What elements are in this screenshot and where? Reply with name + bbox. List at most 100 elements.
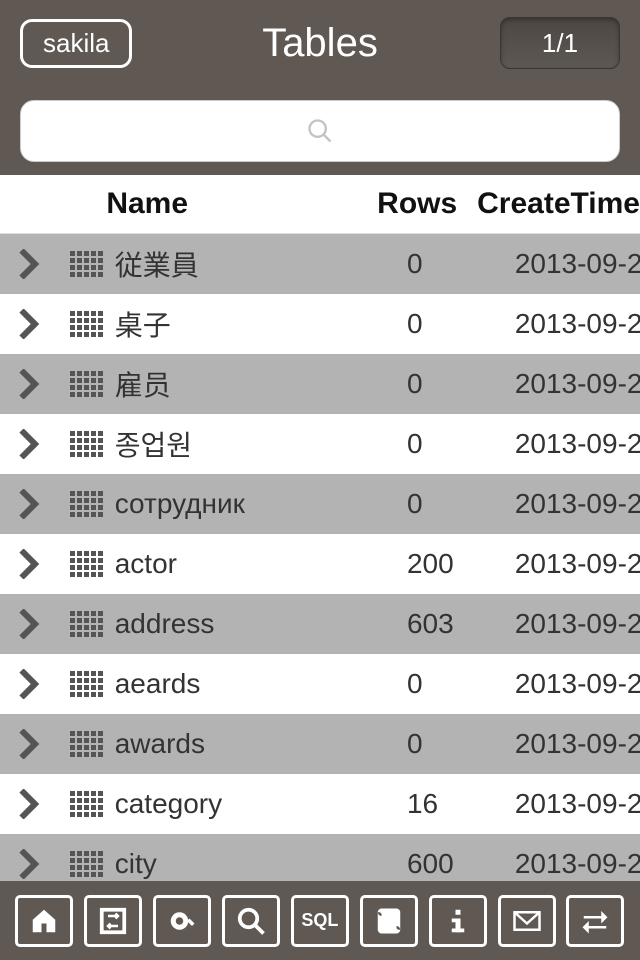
page-title: Tables xyxy=(262,21,378,66)
expand-chevron[interactable] xyxy=(0,369,59,399)
table-create-time: 2013-09-2 xyxy=(515,548,640,580)
chevron-right-icon xyxy=(18,609,40,639)
settings-button[interactable] xyxy=(153,895,211,947)
scroll-icon xyxy=(374,906,404,936)
table-name: 雇员 xyxy=(115,364,407,404)
table-grid-icon xyxy=(59,851,115,877)
header-bar: sakila Tables 1/1 xyxy=(0,0,640,86)
table-name: city xyxy=(115,848,407,880)
table-rows: 16 xyxy=(407,788,515,820)
home-button[interactable] xyxy=(15,895,73,947)
search-container xyxy=(0,86,640,174)
expand-chevron[interactable] xyxy=(0,309,59,339)
table-grid-icon xyxy=(59,671,115,697)
chevron-right-icon xyxy=(18,489,40,519)
info-button[interactable] xyxy=(429,895,487,947)
table-name: awards xyxy=(115,728,407,760)
table-create-time: 2013-09-2 xyxy=(515,668,640,700)
chevron-right-icon xyxy=(18,309,40,339)
chevron-right-icon xyxy=(18,369,40,399)
search-icon xyxy=(306,117,334,145)
chevron-right-icon xyxy=(18,249,40,279)
table-row[interactable]: address6032013-09-2 xyxy=(0,594,640,654)
column-header-name[interactable]: Name xyxy=(106,187,377,221)
toolbar: SQL xyxy=(0,881,640,960)
table-grid-icon xyxy=(59,251,115,277)
table-grid-icon xyxy=(59,371,115,397)
table-row[interactable]: category162013-09-2 xyxy=(0,774,640,834)
table-row[interactable]: 桌子02013-09-2 xyxy=(0,294,640,354)
transfer-button[interactable] xyxy=(566,895,624,947)
table-create-time: 2013-09-2 xyxy=(515,308,640,340)
table-rows: 603 xyxy=(407,608,515,640)
chevron-right-icon xyxy=(18,429,40,459)
sql-button[interactable]: SQL xyxy=(291,895,349,947)
expand-chevron[interactable] xyxy=(0,489,59,519)
table-create-time: 2013-09-2 xyxy=(515,848,640,880)
search-input[interactable] xyxy=(20,100,620,162)
table-rows: 0 xyxy=(407,308,515,340)
gear-icon xyxy=(167,906,197,936)
script-button[interactable] xyxy=(360,895,418,947)
chevron-right-icon xyxy=(18,729,40,759)
table-name: 従業員 xyxy=(115,244,407,284)
refresh-button[interactable] xyxy=(84,895,142,947)
expand-chevron[interactable] xyxy=(0,429,59,459)
table-name: category xyxy=(115,788,407,820)
table-create-time: 2013-09-2 xyxy=(515,368,640,400)
table-name: 桌子 xyxy=(115,304,407,344)
table-create-time: 2013-09-2 xyxy=(515,248,640,280)
table-create-time: 2013-09-2 xyxy=(515,728,640,760)
expand-chevron[interactable] xyxy=(0,729,59,759)
table-name: 종업원 xyxy=(115,424,407,464)
table-rows: 0 xyxy=(407,428,515,460)
expand-chevron[interactable] xyxy=(0,849,59,879)
table-create-time: 2013-09-2 xyxy=(515,488,640,520)
table-grid-icon xyxy=(59,611,115,637)
database-selector[interactable]: sakila xyxy=(20,19,132,68)
expand-chevron[interactable] xyxy=(0,789,59,819)
expand-chevron[interactable] xyxy=(0,549,59,579)
table-row[interactable]: 従業員02013-09-2 xyxy=(0,234,640,294)
transfer-icon xyxy=(580,906,610,936)
expand-chevron[interactable] xyxy=(0,249,59,279)
magnifier-icon xyxy=(236,906,266,936)
column-header-rows[interactable]: Rows xyxy=(377,187,477,221)
refresh-icon xyxy=(98,906,128,936)
table-name: сотрудник xyxy=(115,488,407,520)
table-rows: 200 xyxy=(407,548,515,580)
table-create-time: 2013-09-2 xyxy=(515,788,640,820)
search-button[interactable] xyxy=(222,895,280,947)
table-row[interactable]: actor2002013-09-2 xyxy=(0,534,640,594)
expand-chevron[interactable] xyxy=(0,669,59,699)
table-row[interactable]: awards02013-09-2 xyxy=(0,714,640,774)
table-name: aeards xyxy=(115,668,407,700)
mail-button[interactable] xyxy=(498,895,556,947)
table-grid-icon xyxy=(59,311,115,337)
sql-icon: SQL xyxy=(301,910,338,931)
chevron-right-icon xyxy=(18,789,40,819)
table-rows: 0 xyxy=(407,488,515,520)
info-icon xyxy=(443,906,473,936)
table-rows: 0 xyxy=(407,728,515,760)
table-grid-icon xyxy=(59,551,115,577)
table-row[interactable]: city6002013-09-2 xyxy=(0,834,640,882)
chevron-right-icon xyxy=(18,549,40,579)
table-row[interactable]: aeards02013-09-2 xyxy=(0,654,640,714)
table-name: address xyxy=(115,608,407,640)
table-name: actor xyxy=(115,548,407,580)
column-header-create[interactable]: CreateTime xyxy=(477,187,640,221)
table-row[interactable]: сотрудник02013-09-2 xyxy=(0,474,640,534)
table-row[interactable]: 종업원02013-09-2 xyxy=(0,414,640,474)
table-grid-icon xyxy=(59,791,115,817)
table-row[interactable]: 雇员02013-09-2 xyxy=(0,354,640,414)
chevron-right-icon xyxy=(18,849,40,879)
expand-chevron[interactable] xyxy=(0,609,59,639)
envelope-icon xyxy=(512,906,542,936)
table-rows: 600 xyxy=(407,848,515,880)
table-rows: 0 xyxy=(407,248,515,280)
table-grid-icon xyxy=(59,431,115,457)
table-create-time: 2013-09-2 xyxy=(515,428,640,460)
table-list: 従業員02013-09-2桌子02013-09-2雇员02013-09-2종업원… xyxy=(0,234,640,882)
page-indicator[interactable]: 1/1 xyxy=(500,17,620,69)
